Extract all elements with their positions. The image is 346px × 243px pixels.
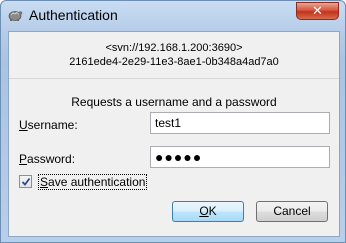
- save-authentication-label: Save authentication: [38, 174, 148, 190]
- button-band: Save authentication OK Cancel: [9, 168, 339, 236]
- cancel-button[interactable]: Cancel: [256, 201, 328, 222]
- ok-button[interactable]: OK: [172, 201, 244, 222]
- auth-prompt: Requests a username and a password: [71, 95, 277, 109]
- username-field[interactable]: test1: [150, 112, 330, 134]
- password-label: Password:: [19, 152, 76, 166]
- separator: [9, 78, 339, 79]
- dialog-content: <svn://192.168.1.200:3690> 2161ede4-2e29…: [9, 32, 339, 168]
- title-bar[interactable]: Authentication ✕: [1, 1, 345, 31]
- checkmark-icon: [21, 177, 31, 186]
- close-button[interactable]: ✕: [296, 2, 339, 20]
- repository-uuid: 2161ede4-2e29-11e3-8ae1-0b348a4ad7a0: [69, 56, 279, 68]
- tortoisesvn-icon: [7, 7, 23, 23]
- password-field[interactable]: ●●●●●: [150, 146, 330, 168]
- username-label: Username:: [19, 118, 78, 132]
- save-authentication-checkbox[interactable]: [19, 175, 32, 188]
- repository-url: <svn://192.168.1.200:3690>: [105, 42, 243, 54]
- window-title: Authentication: [29, 7, 118, 23]
- dialog-body: <svn://192.168.1.200:3690> 2161ede4-2e29…: [8, 31, 340, 237]
- close-icon: ✕: [312, 3, 323, 18]
- authentication-dialog: Authentication ✕ <svn://192.168.1.200:36…: [0, 0, 346, 243]
